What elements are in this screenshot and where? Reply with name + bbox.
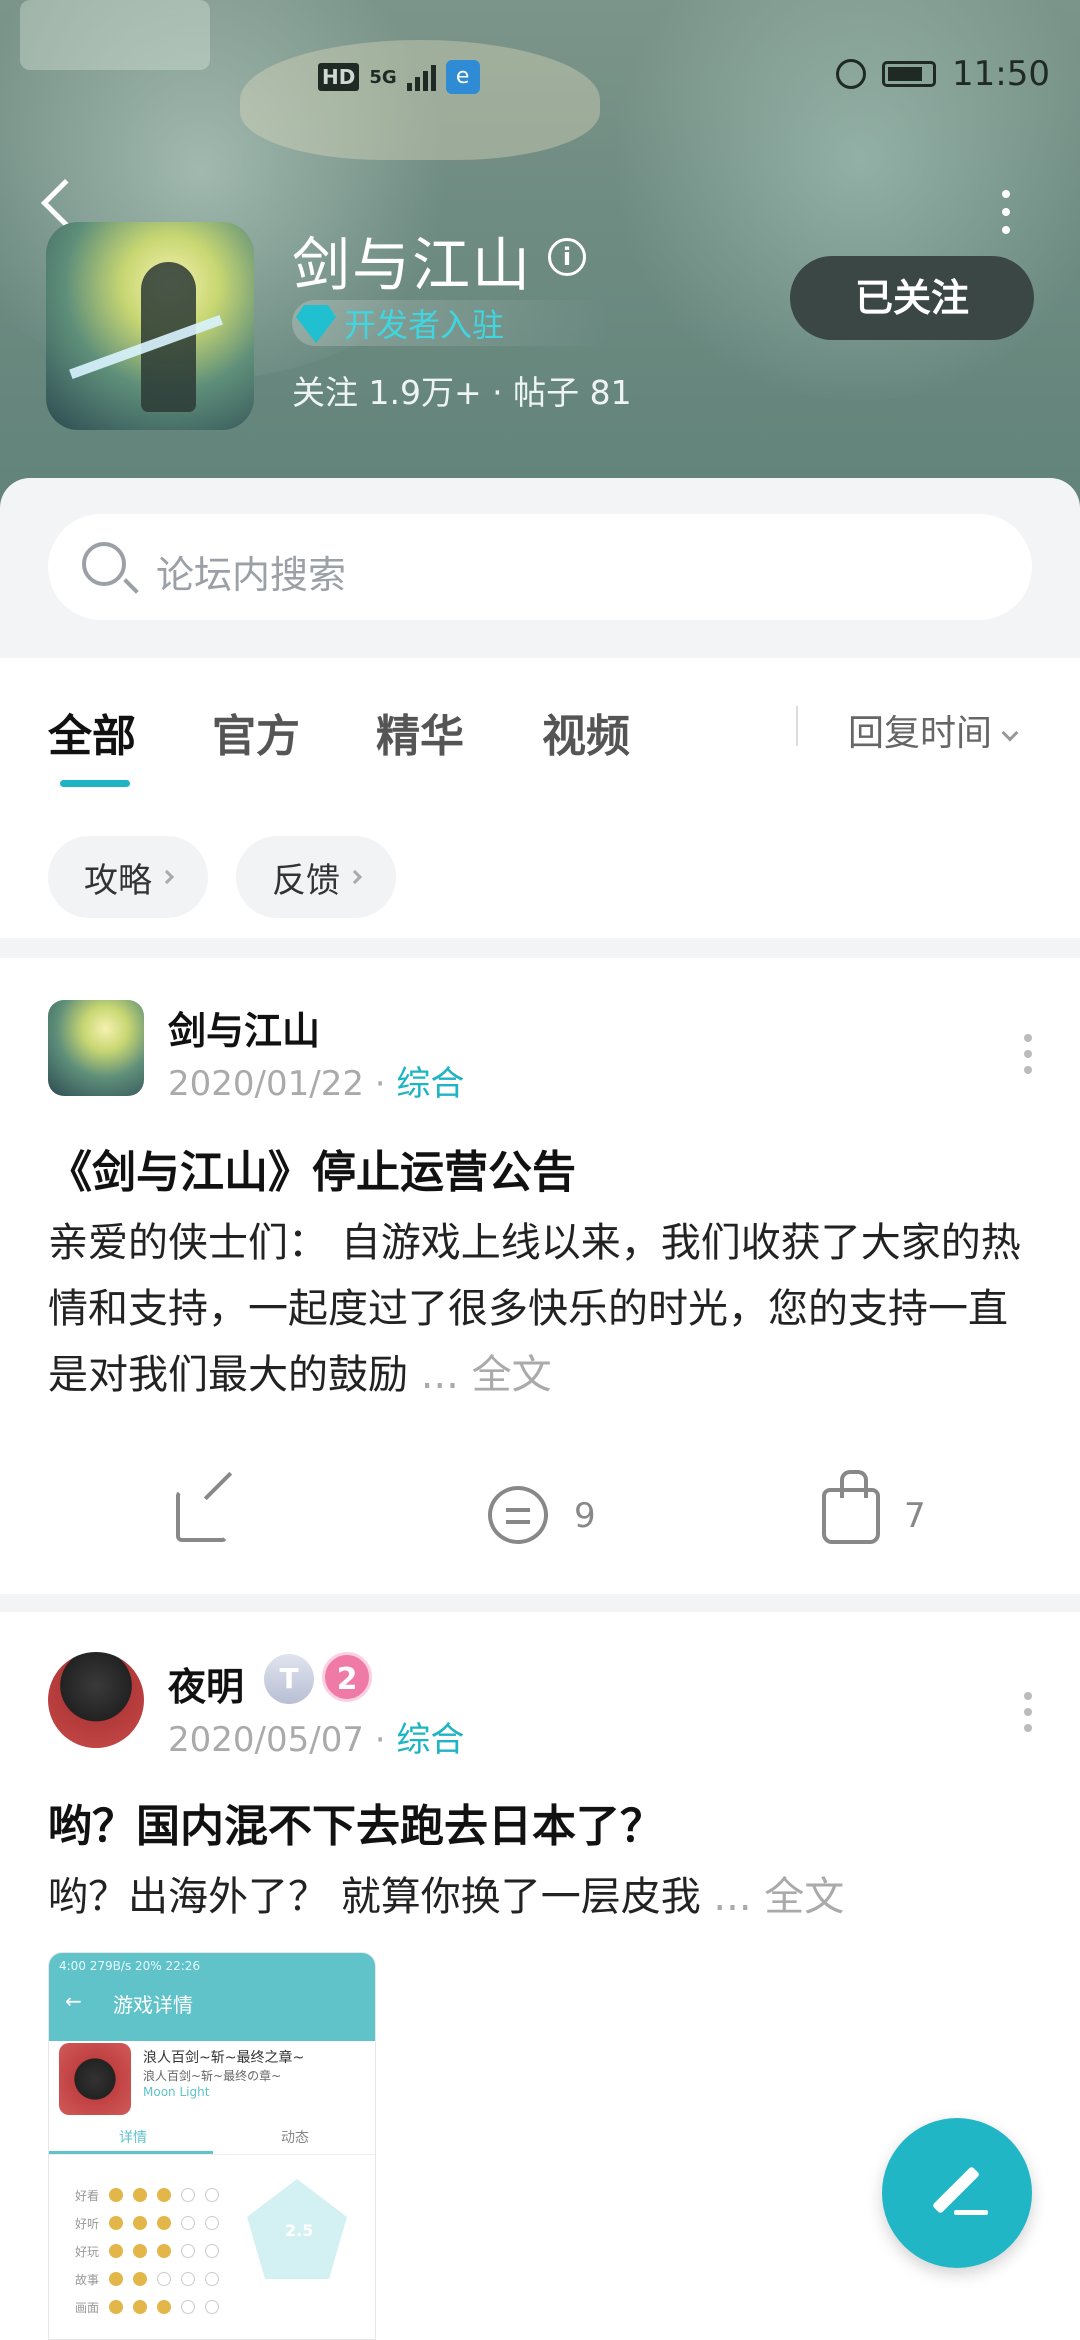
post-author[interactable]: 剑与江山 bbox=[168, 1000, 320, 1055]
active-tab-indicator bbox=[60, 780, 130, 787]
pen-icon bbox=[931, 2165, 981, 2215]
comment-count: 9 bbox=[574, 1496, 596, 1536]
post-excerpt[interactable]: 哟？出海外了？ 就算你换了一层皮我 ... 全文 bbox=[48, 1864, 1032, 1930]
battery-icon bbox=[882, 61, 937, 87]
thumb-row-label: 画面 bbox=[75, 2300, 100, 2315]
thumb-game-name: 浪人百剑~斩~最终之章~ bbox=[143, 2050, 305, 2066]
post-date: 2020/05/07 bbox=[168, 1720, 364, 1760]
developer-badge-label: 开发者入驻 bbox=[344, 306, 505, 344]
search-input[interactable]: 论坛内搜索 bbox=[48, 514, 1032, 620]
status-time: 11:50 bbox=[952, 54, 1050, 94]
post-more-icon[interactable] bbox=[1024, 1034, 1032, 1074]
game-app-icon bbox=[46, 222, 254, 430]
post-category[interactable]: 综合 bbox=[396, 1064, 464, 1104]
hd-indicator: HD bbox=[318, 63, 360, 91]
avatar[interactable] bbox=[48, 1000, 144, 1096]
thumb-rating-rows: 好看 好听 好玩 故事 画面 bbox=[75, 2181, 220, 2321]
alarm-icon bbox=[836, 59, 867, 89]
thumb-game-sub: 浪人百剑~斩~最终の章~ bbox=[143, 2069, 282, 2083]
post-meta: 2020/05/07 · 综合 bbox=[168, 1720, 465, 1760]
search-icon bbox=[82, 542, 126, 586]
thumb-game-info: 浪人百剑~斩~最终之章~ 浪人百剑~斩~最终の章~ Moon Light bbox=[59, 2023, 367, 2115]
search-placeholder: 论坛内搜索 bbox=[156, 553, 347, 597]
tab-featured[interactable]: 精华 bbox=[376, 700, 464, 764]
signal-label: 5G bbox=[369, 66, 397, 88]
developer-badge[interactable]: 开发者入驻 bbox=[292, 300, 612, 346]
tab-video[interactable]: 视频 bbox=[542, 700, 630, 764]
like-count: 7 bbox=[904, 1496, 926, 1536]
post-ellipsis: ... bbox=[700, 1874, 765, 1920]
chip-feedback[interactable]: 反馈 bbox=[236, 836, 396, 918]
info-icon[interactable]: i bbox=[548, 238, 586, 276]
post-ellipsis: ... bbox=[408, 1352, 472, 1398]
chip-guides[interactable]: 攻略 bbox=[48, 836, 208, 918]
post-date: 2020/01/22 bbox=[168, 1064, 364, 1104]
thumb-game-en: Moon Light bbox=[143, 2085, 210, 2099]
chevron-right-icon bbox=[159, 869, 175, 885]
compose-post-button[interactable] bbox=[882, 2118, 1032, 2268]
post-meta: 2020/01/22 · 综合 bbox=[168, 1064, 465, 1104]
thumb-game-icon bbox=[59, 2043, 131, 2115]
title-badge: T bbox=[264, 1654, 314, 1704]
game-header-banner: HD 5G e 11:50 剑与江山 i 开发者入驻 关注 1.9万+ · 帖子… bbox=[0, 0, 1080, 520]
post-image[interactable]: 4:00 279B/s 20% 22:26 ← 游戏详情 浪人百剑~斩~最终之章… bbox=[48, 1952, 376, 2340]
post-excerpt[interactable]: 亲爱的侠士们： 自游戏上线以来，我们收获了大家的热情和支持，一起度过了很多快乐的… bbox=[48, 1210, 1032, 1408]
chip-label: 反馈 bbox=[272, 860, 340, 901]
follow-button[interactable]: 已关注 bbox=[790, 256, 1034, 340]
tab-all[interactable]: 全部 bbox=[48, 700, 136, 764]
post-author[interactable]: 夜明 bbox=[168, 1656, 244, 1711]
thumb-score: 2.5 bbox=[285, 2221, 314, 2240]
comment-icon[interactable] bbox=[488, 1486, 548, 1544]
signal-icon bbox=[406, 63, 436, 91]
post-more-icon[interactable] bbox=[1024, 1692, 1032, 1732]
app-notification-icon: e bbox=[445, 60, 480, 94]
status-bar: HD 5G e 11:50 bbox=[0, 52, 1080, 102]
diamond-icon bbox=[296, 305, 336, 343]
sort-dropdown[interactable]: 回复时间 bbox=[848, 704, 1019, 756]
read-full-link[interactable]: 全文 bbox=[764, 1874, 844, 1920]
more-options-icon[interactable] bbox=[1002, 190, 1010, 234]
chevron-right-icon bbox=[347, 869, 363, 885]
share-icon[interactable] bbox=[176, 1490, 228, 1542]
chevron-down-icon bbox=[1001, 724, 1019, 742]
level-badge: 2 bbox=[322, 1652, 372, 1702]
thumb-row-label: 好听 bbox=[75, 2216, 100, 2231]
chip-label: 攻略 bbox=[84, 860, 152, 901]
avatar[interactable] bbox=[48, 1652, 144, 1748]
post-title[interactable]: 《剑与江山》停止运营公告 bbox=[48, 1136, 576, 1200]
thumb-tab-feed: 动态 bbox=[281, 2130, 309, 2146]
thumb-tab-detail: 详情 bbox=[119, 2130, 147, 2146]
thumb-row-label: 好玩 bbox=[75, 2244, 100, 2259]
thumb-row-label: 好看 bbox=[75, 2188, 100, 2203]
post-title[interactable]: 哟？国内混不下去跑去日本了？ bbox=[48, 1790, 664, 1854]
post-actions: 9 7 bbox=[0, 1470, 1080, 1564]
post-excerpt-text: 哟？出海外了？ 就算你换了一层皮我 bbox=[48, 1874, 701, 1920]
thumb-back-icon: ← bbox=[65, 1989, 82, 2013]
thumb-row-label: 故事 bbox=[75, 2272, 100, 2287]
thumb-tab-indicator bbox=[49, 2151, 213, 2154]
forum-stats: 关注 1.9万+ · 帖子 81 bbox=[292, 373, 632, 412]
sort-label: 回复时间 bbox=[848, 713, 993, 754]
game-title: 剑与江山 bbox=[292, 231, 533, 299]
thumb-tabs: 详情 动态 bbox=[49, 2119, 375, 2155]
tab-divider bbox=[796, 706, 798, 746]
tab-official[interactable]: 官方 bbox=[212, 700, 300, 764]
thumb-status: 4:00 279B/s 20% 22:26 bbox=[59, 1959, 201, 1973]
thumb-title: 游戏详情 bbox=[113, 1993, 193, 2017]
read-full-link[interactable]: 全文 bbox=[472, 1352, 552, 1398]
forum-tabs: 全部 官方 精华 视频 回复时间 攻略 反馈 bbox=[0, 658, 1080, 938]
post-card[interactable]: 剑与江山 2020/01/22 · 综合 《剑与江山》停止运营公告 亲爱的侠士们… bbox=[0, 958, 1080, 1594]
post-category[interactable]: 综合 bbox=[396, 1720, 464, 1760]
like-icon[interactable] bbox=[822, 1470, 880, 1544]
